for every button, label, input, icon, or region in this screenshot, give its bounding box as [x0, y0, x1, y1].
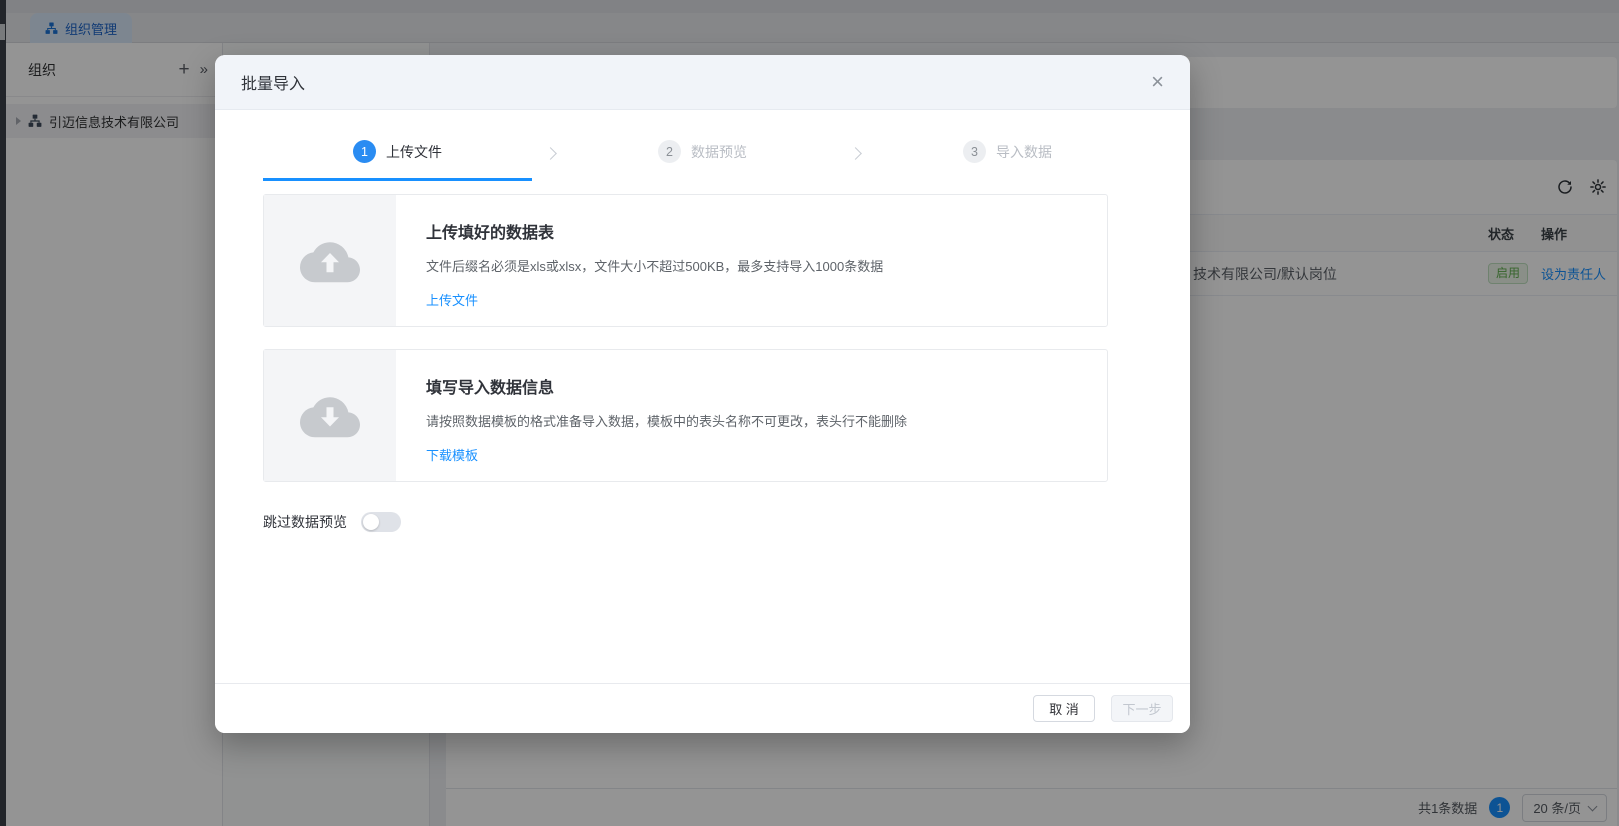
dialog-title: 批量导入 — [241, 70, 305, 94]
card-title: 填写导入数据信息 — [426, 374, 907, 398]
fill-template-card: 填写导入数据信息 请按照数据模板的格式准备导入数据，模板中的表头名称不可更改，表… — [263, 349, 1108, 482]
step-import-data: 3 导入数据 — [873, 140, 1142, 181]
toggle-knob — [363, 514, 379, 530]
close-icon[interactable]: × — [1151, 71, 1164, 93]
cloud-upload-icon — [300, 238, 360, 284]
cloud-download-icon — [300, 393, 360, 439]
card-description: 请按照数据模板的格式准备导入数据，模板中的表头名称不可更改，表头行不能删除 — [426, 411, 907, 430]
step-label: 数据预览 — [691, 142, 747, 162]
step-label: 导入数据 — [996, 142, 1052, 162]
steps-bar: 1 上传文件 2 数据预览 3 导入数据 — [263, 140, 1142, 181]
upload-data-card: 上传填好的数据表 文件后缀名必须是xls或xlsx，文件大小不超过500KB，最… — [263, 194, 1108, 327]
step-data-preview: 2 数据预览 — [568, 140, 837, 181]
step-separator — [532, 140, 568, 181]
upload-file-link[interactable]: 上传文件 — [426, 290, 478, 309]
dialog-header: 批量导入 × — [215, 55, 1190, 110]
skip-preview-row: 跳过数据预览 — [263, 512, 1142, 532]
card-icon-panel — [264, 350, 396, 481]
step-number-badge: 1 — [353, 140, 376, 163]
next-step-button[interactable]: 下一步 — [1111, 695, 1173, 722]
step-upload-file: 1 上传文件 — [263, 140, 532, 181]
skip-preview-label: 跳过数据预览 — [263, 512, 347, 532]
card-description: 文件后缀名必须是xls或xlsx，文件大小不超过500KB，最多支持导入1000… — [426, 256, 883, 275]
step-number-badge: 3 — [963, 140, 986, 163]
download-template-link[interactable]: 下载模板 — [426, 445, 478, 464]
cancel-button[interactable]: 取 消 — [1033, 695, 1095, 722]
step-label: 上传文件 — [386, 142, 442, 162]
step-separator — [837, 140, 873, 181]
card-icon-panel — [264, 195, 396, 326]
batch-import-dialog: 批量导入 × 1 上传文件 2 数据预览 3 导入数据 上传填好的数据表 文件后… — [215, 55, 1190, 733]
skip-preview-toggle[interactable] — [361, 512, 401, 532]
dialog-footer: 取 消 下一步 — [215, 683, 1190, 733]
step-number-badge: 2 — [658, 140, 681, 163]
card-title: 上传填好的数据表 — [426, 219, 883, 243]
chevron-right-icon — [849, 147, 862, 160]
chevron-right-icon — [544, 147, 557, 160]
